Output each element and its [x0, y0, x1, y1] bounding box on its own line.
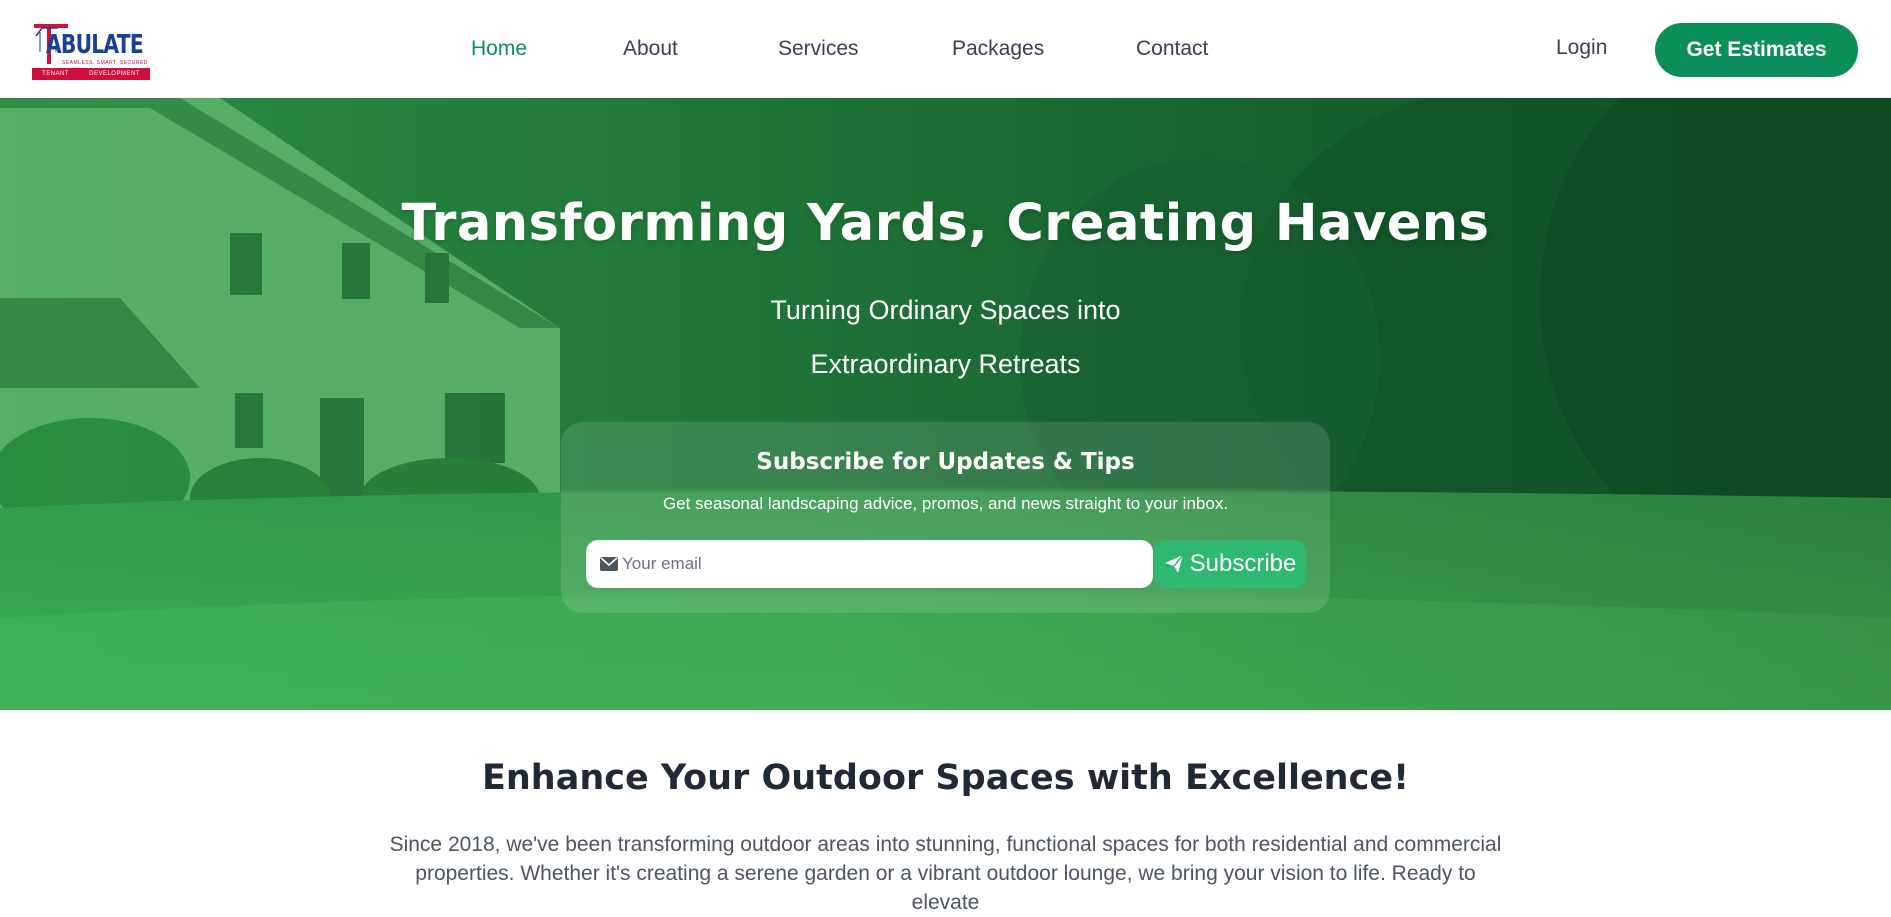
subscribe-title: Subscribe for Updates & Tips — [756, 449, 1135, 475]
email-input[interactable] — [622, 554, 1142, 574]
logo-tagline: SEAMLESS. SMART. SECURED — [62, 60, 148, 66]
hero-section: Transforming Yards, Creating Havens Turn… — [0, 98, 1891, 710]
brand-logo[interactable]: ABULATE SEAMLESS. SMART. SECURED TENANT … — [32, 22, 150, 80]
subscribe-description: Get seasonal landscaping advice, promos,… — [662, 494, 1229, 513]
intro-body: Since 2018, we've been transforming outd… — [389, 833, 1502, 914]
login-link[interactable]: Login — [1556, 36, 1607, 60]
hero-overlay — [0, 98, 1891, 710]
hero-title: Transforming Yards, Creating Havens — [401, 194, 1490, 253]
logo-banner-left: TENANT — [42, 71, 70, 77]
nav-home[interactable]: Home — [440, 37, 623, 61]
subscribe-button-label: Subscribe — [1189, 550, 1297, 577]
site-header: ABULATE SEAMLESS. SMART. SECURED TENANT … — [0, 0, 1891, 98]
paper-plane-icon — [1164, 554, 1184, 573]
hero-subtitle-line-1: Turning Ordinary Spaces into — [770, 295, 1121, 325]
logo-text: ABULATE — [46, 30, 144, 60]
subscribe-card: Subscribe for Updates & Tips Get seasona… — [561, 422, 1330, 613]
nav-services[interactable]: Services — [778, 37, 952, 61]
subscribe-button[interactable]: Subscribe — [1154, 540, 1306, 588]
get-estimates-button[interactable]: Get Estimates — [1655, 23, 1858, 77]
nav-packages[interactable]: Packages — [952, 37, 1136, 61]
logo-banner-right: DEVELOPMENT — [89, 71, 140, 77]
nav-about[interactable]: About — [623, 37, 778, 61]
hero-subtitle-line-2: Extraordinary Retreats — [810, 349, 1081, 379]
main-nav: Home About Services Packages Contact — [440, 0, 1256, 98]
hero-subtitle: Turning Ordinary Spaces into Extraordina… — [0, 283, 1891, 391]
intro-title: Enhance Your Outdoor Spaces with Excelle… — [481, 758, 1410, 798]
email-field-wrapper[interactable] — [586, 540, 1153, 588]
nav-contact[interactable]: Contact — [1136, 37, 1256, 61]
logo-banner: TENANT DEVELOPMENT — [32, 68, 150, 80]
envelope-icon — [600, 557, 618, 571]
